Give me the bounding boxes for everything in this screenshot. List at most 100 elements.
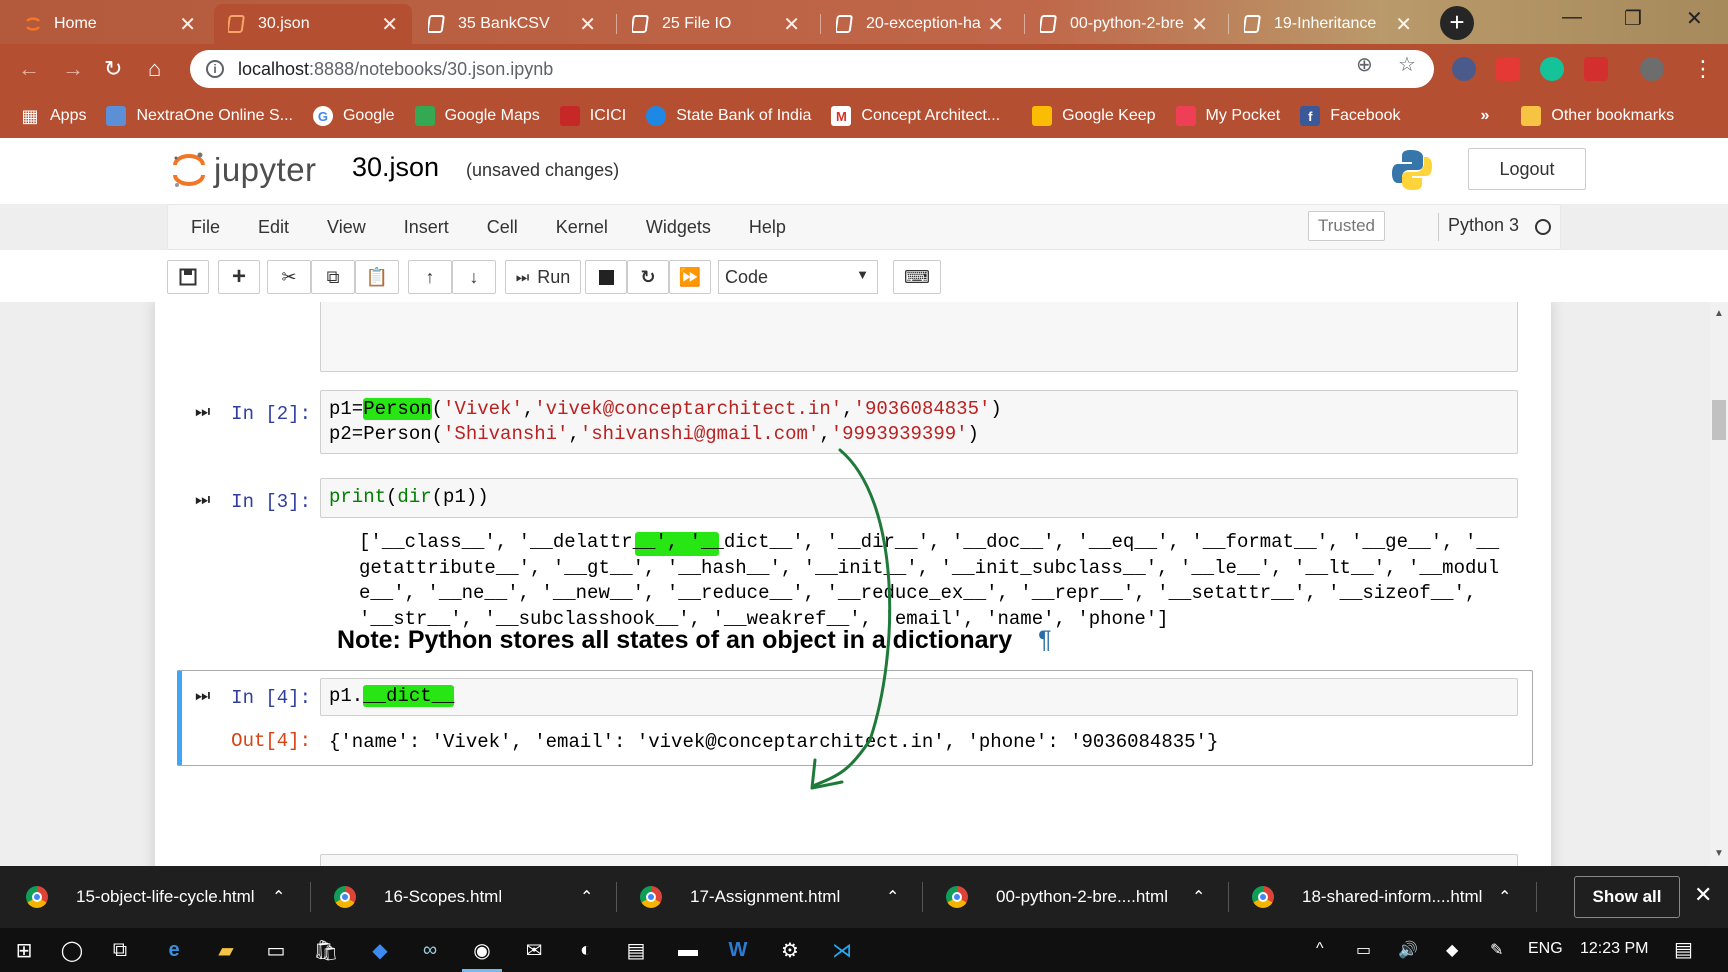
vertical-scrollbar[interactable]: ▲ ▼ xyxy=(1710,302,1728,866)
vscode-icon[interactable]: ⋊ xyxy=(828,936,856,964)
task-view-icon[interactable]: ⧉ xyxy=(106,936,134,964)
terminal-icon[interactable]: ▭ xyxy=(262,936,290,964)
cut-button[interactable]: ✂ xyxy=(267,260,311,294)
bookmark-apps[interactable]: ▦ Apps xyxy=(20,106,86,126)
language-indicator[interactable]: ENG xyxy=(1528,940,1563,958)
download-item[interactable]: 18-shared-inform....html ⌃ xyxy=(1252,866,1520,928)
menu-edit[interactable]: Edit xyxy=(258,217,289,238)
word-icon[interactable]: W xyxy=(724,936,752,964)
code-input[interactable]: p1=Person('Vivek','vivek@conceptarchitec… xyxy=(320,390,1518,454)
menu-view[interactable]: View xyxy=(327,217,366,238)
code-input[interactable] xyxy=(320,302,1518,372)
close-icon[interactable]: ✕ xyxy=(579,12,596,37)
back-arrow-icon[interactable]: ← xyxy=(18,56,40,82)
bookmark-sbi[interactable]: State Bank of India xyxy=(646,106,811,126)
battery-icon[interactable]: ▭ xyxy=(1356,940,1371,960)
file-explorer-icon[interactable]: ▰ xyxy=(212,936,240,964)
download-item[interactable]: 00-python-2-bre....html ⌃ xyxy=(946,866,1214,928)
menu-dots-icon[interactable]: ⋮ xyxy=(1692,56,1714,82)
chevron-up-icon[interactable]: ⌃ xyxy=(580,887,593,907)
run-cell-icon[interactable]: ⏭ xyxy=(195,686,210,706)
chrome-taskbar-icon[interactable]: ◉ xyxy=(462,936,502,972)
interrupt-kernel-button[interactable] xyxy=(585,260,627,294)
volume-icon[interactable]: 🔊 xyxy=(1398,940,1418,960)
move-up-button[interactable]: ↑ xyxy=(408,260,452,294)
code-input[interactable]: print(dir(p1)) xyxy=(320,478,1518,518)
reload-icon[interactable]: ↻ xyxy=(104,56,122,82)
pen-icon[interactable]: ✎ xyxy=(1490,940,1503,960)
app-icon[interactable]: ▤ xyxy=(622,936,650,964)
bookmark-google-maps[interactable]: Google Maps xyxy=(414,106,540,126)
tab-35-bankcsv[interactable]: 35 BankCSV ✕ xyxy=(414,4,610,44)
scrollbar-thumb[interactable] xyxy=(1712,400,1726,440)
notification-icon[interactable]: ▤ xyxy=(1674,937,1693,962)
store-icon[interactable]: 🛍 xyxy=(312,936,340,964)
star-icon[interactable]: ☆ xyxy=(1398,52,1416,77)
download-item[interactable]: 15-object-life-cycle.html ⌃ xyxy=(26,866,294,928)
cmd-icon[interactable]: ▬ xyxy=(674,936,702,964)
close-window-icon[interactable]: ✕ xyxy=(1686,6,1703,31)
extension-icon[interactable] xyxy=(1496,57,1520,81)
run-cell-icon[interactable]: ⏭ xyxy=(195,490,210,510)
trusted-indicator[interactable]: Trusted xyxy=(1308,211,1386,241)
move-down-button[interactable]: ↓ xyxy=(452,260,496,294)
bookmark-nextraone[interactable]: NextraOne Online S... xyxy=(106,106,293,126)
code-input[interactable] xyxy=(320,854,1518,866)
bookmark-icici[interactable]: ICICI xyxy=(559,106,626,126)
menu-file[interactable]: File xyxy=(191,217,220,238)
search-circle-icon[interactable]: ◯ xyxy=(58,936,86,964)
close-icon[interactable]: ✕ xyxy=(1191,12,1208,37)
kernel-name[interactable]: Python 3 xyxy=(1448,215,1519,236)
menu-kernel[interactable]: Kernel xyxy=(556,217,608,238)
tab-20-exception[interactable]: 20-exception-ha ✕ xyxy=(822,4,1018,44)
bookmark-google[interactable]: G Google xyxy=(312,106,395,126)
zoom-icon[interactable]: ⊕ xyxy=(1356,52,1373,77)
other-bookmarks[interactable]: Other bookmarks xyxy=(1521,106,1674,126)
close-icon[interactable]: ✕ xyxy=(1694,882,1712,908)
clock[interactable]: 12:23 PM xyxy=(1580,940,1648,958)
tab-00-python-2[interactable]: 00-python-2-bre ✕ xyxy=(1026,4,1222,44)
tab-25-file-io[interactable]: 25 File IO ✕ xyxy=(618,4,814,44)
chevron-up-icon[interactable]: ⌃ xyxy=(886,887,899,907)
gmail-extension-icon[interactable] xyxy=(1584,57,1608,81)
mail-icon[interactable]: ✉ xyxy=(520,936,548,964)
bookmark-concept-architect[interactable]: M Concept Architect... xyxy=(831,106,1000,126)
tab-19-inheritance[interactable]: 19-Inheritance ✕ xyxy=(1230,4,1426,44)
infinity-icon[interactable]: ∞ xyxy=(416,936,444,964)
insert-cell-button[interactable]: + xyxy=(218,260,260,294)
close-icon[interactable]: ✕ xyxy=(179,12,196,37)
settings-app-icon[interactable]: ⚙ xyxy=(776,936,804,964)
command-palette-button[interactable]: ⌨ xyxy=(893,260,941,294)
paste-button[interactable]: 📋 xyxy=(355,260,399,294)
windows-start-icon[interactable]: ⊞ xyxy=(10,936,38,964)
logout-button[interactable]: Logout xyxy=(1468,148,1586,190)
app-icon[interactable]: ◐ xyxy=(572,936,600,964)
close-icon[interactable]: ✕ xyxy=(381,12,398,37)
new-tab-button[interactable]: + xyxy=(1440,6,1474,40)
show-all-button[interactable]: Show all xyxy=(1574,876,1680,918)
menu-widgets[interactable]: Widgets xyxy=(646,217,711,238)
restart-kernel-button[interactable]: ↻ xyxy=(627,260,669,294)
grammarly-icon[interactable] xyxy=(1540,57,1564,81)
close-icon[interactable]: ✕ xyxy=(783,12,800,37)
close-icon[interactable]: ✕ xyxy=(987,12,1004,37)
info-icon[interactable]: i xyxy=(206,60,224,78)
chevron-up-icon[interactable]: ⌃ xyxy=(272,887,285,907)
chevron-up-icon[interactable]: ⌃ xyxy=(1498,887,1511,907)
scroll-down-icon[interactable]: ▼ xyxy=(1714,848,1724,859)
bookmark-google-keep[interactable]: Google Keep xyxy=(1032,106,1156,126)
bookmark-facebook[interactable]: f Facebook xyxy=(1300,106,1401,126)
copy-button[interactable]: ⧉ xyxy=(311,260,355,294)
avatar[interactable] xyxy=(1640,57,1664,81)
address-bar[interactable]: i localhost:8888/notebooks/30.json.ipynb xyxy=(190,50,1434,88)
menu-cell[interactable]: Cell xyxy=(487,217,518,238)
save-button[interactable] xyxy=(167,260,209,294)
tab-30-json[interactable]: 30.json ✕ xyxy=(214,4,412,44)
edge-icon[interactable]: e xyxy=(160,936,188,964)
download-item[interactable]: 17-Assignment.html ⌃ xyxy=(640,866,908,928)
jupyter-logo[interactable]: jupyter xyxy=(172,150,317,190)
run-button[interactable]: ⏭ Run xyxy=(505,260,581,294)
menu-insert[interactable]: Insert xyxy=(404,217,449,238)
cell-type-select[interactable]: Code ▼ xyxy=(718,260,878,294)
anchor-link[interactable]: ¶ xyxy=(1038,626,1051,654)
